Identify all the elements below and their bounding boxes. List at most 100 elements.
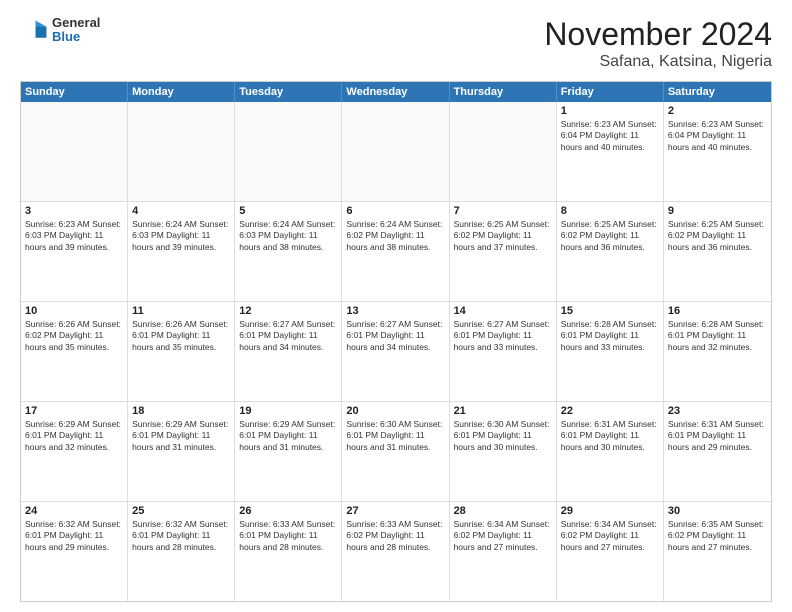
day-info: Sunrise: 6:23 AM Sunset: 6:03 PM Dayligh…	[25, 219, 123, 253]
day-info: Sunrise: 6:34 AM Sunset: 6:02 PM Dayligh…	[454, 519, 552, 553]
day-info: Sunrise: 6:30 AM Sunset: 6:01 PM Dayligh…	[346, 419, 444, 453]
day-info: Sunrise: 6:24 AM Sunset: 6:03 PM Dayligh…	[239, 219, 337, 253]
calendar-day-cell: 20 Sunrise: 6:30 AM Sunset: 6:01 PM Dayli…	[342, 402, 449, 501]
day-info: Sunrise: 6:23 AM Sunset: 6:04 PM Dayligh…	[668, 119, 767, 153]
calendar-week-row: 24 Sunrise: 6:32 AM Sunset: 6:01 PM Dayli…	[21, 502, 771, 601]
calendar-day-cell: 28 Sunrise: 6:34 AM Sunset: 6:02 PM Dayli…	[450, 502, 557, 601]
calendar-day-cell: 26 Sunrise: 6:33 AM Sunset: 6:01 PM Dayli…	[235, 502, 342, 601]
day-number: 22	[561, 405, 659, 417]
day-info: Sunrise: 6:28 AM Sunset: 6:01 PM Dayligh…	[561, 319, 659, 353]
day-info: Sunrise: 6:27 AM Sunset: 6:01 PM Dayligh…	[346, 319, 444, 353]
calendar-day-cell: 23Sunrise: 6:31 AM Sunset: 6:01 PM Dayli…	[664, 402, 771, 501]
calendar-header-row: SundayMondayTuesdayWednesdayThursdayFrid…	[21, 82, 771, 102]
day-number: 6	[346, 205, 444, 217]
calendar-day-cell: 16 Sunrise: 6:28 AM Sunset: 6:01 PM Dayli…	[664, 302, 771, 401]
day-number: 24	[25, 505, 123, 517]
calendar-day-cell	[450, 102, 557, 201]
calendar-header-cell: Thursday	[450, 82, 557, 102]
day-info: Sunrise: 6:26 AM Sunset: 6:01 PM Dayligh…	[132, 319, 230, 353]
day-info: Sunrise: 6:34 AM Sunset: 6:02 PM Dayligh…	[561, 519, 659, 553]
day-number: 2	[668, 105, 767, 117]
day-number: 15	[561, 305, 659, 317]
calendar-day-cell: 13Sunrise: 6:27 AM Sunset: 6:01 PM Dayli…	[342, 302, 449, 401]
calendar-title: November 2024	[544, 16, 772, 53]
day-info: Sunrise: 6:26 AM Sunset: 6:02 PM Dayligh…	[25, 319, 123, 353]
calendar-week-row: 17 Sunrise: 6:29 AM Sunset: 6:01 PM Dayli…	[21, 402, 771, 502]
day-number: 25	[132, 505, 230, 517]
calendar-day-cell: 24 Sunrise: 6:32 AM Sunset: 6:01 PM Dayli…	[21, 502, 128, 601]
day-info: Sunrise: 6:27 AM Sunset: 6:01 PM Dayligh…	[454, 319, 552, 353]
day-number: 7	[454, 205, 552, 217]
calendar-day-cell: 19 Sunrise: 6:29 AM Sunset: 6:01 PM Dayli…	[235, 402, 342, 501]
day-number: 3	[25, 205, 123, 217]
day-number: 4	[132, 205, 230, 217]
calendar-day-cell: 7 Sunrise: 6:25 AM Sunset: 6:02 PM Daylig…	[450, 202, 557, 301]
calendar-day-cell: 29 Sunrise: 6:34 AM Sunset: 6:02 PM Dayli…	[557, 502, 664, 601]
day-info: Sunrise: 6:25 AM Sunset: 6:02 PM Dayligh…	[561, 219, 659, 253]
calendar-day-cell: 5 Sunrise: 6:24 AM Sunset: 6:03 PM Daylig…	[235, 202, 342, 301]
logo: General Blue	[20, 16, 100, 45]
day-info: Sunrise: 6:25 AM Sunset: 6:02 PM Dayligh…	[454, 219, 552, 253]
day-number: 29	[561, 505, 659, 517]
day-number: 28	[454, 505, 552, 517]
calendar-header-cell: Sunday	[21, 82, 128, 102]
logo-icon	[20, 16, 48, 44]
calendar-day-cell: 10Sunrise: 6:26 AM Sunset: 6:02 PM Dayli…	[21, 302, 128, 401]
day-info: Sunrise: 6:24 AM Sunset: 6:02 PM Dayligh…	[346, 219, 444, 253]
day-number: 5	[239, 205, 337, 217]
calendar-day-cell: 15 Sunrise: 6:28 AM Sunset: 6:01 PM Dayli…	[557, 302, 664, 401]
day-number: 27	[346, 505, 444, 517]
calendar-body: 1Sunrise: 6:23 AM Sunset: 6:04 PM Daylig…	[21, 102, 771, 601]
calendar-day-cell: 8 Sunrise: 6:25 AM Sunset: 6:02 PM Daylig…	[557, 202, 664, 301]
day-info: Sunrise: 6:32 AM Sunset: 6:01 PM Dayligh…	[132, 519, 230, 553]
calendar-header-cell: Monday	[128, 82, 235, 102]
day-info: Sunrise: 6:31 AM Sunset: 6:01 PM Dayligh…	[561, 419, 659, 453]
day-info: Sunrise: 6:29 AM Sunset: 6:01 PM Dayligh…	[25, 419, 123, 453]
calendar-day-cell: 4 Sunrise: 6:24 AM Sunset: 6:03 PM Daylig…	[128, 202, 235, 301]
calendar-day-cell: 22 Sunrise: 6:31 AM Sunset: 6:01 PM Dayli…	[557, 402, 664, 501]
day-number: 12	[239, 305, 337, 317]
calendar-header-cell: Saturday	[664, 82, 771, 102]
calendar-day-cell	[342, 102, 449, 201]
calendar: SundayMondayTuesdayWednesdayThursdayFrid…	[20, 81, 772, 602]
calendar-header-cell: Wednesday	[342, 82, 449, 102]
calendar-day-cell: 3 Sunrise: 6:23 AM Sunset: 6:03 PM Daylig…	[21, 202, 128, 301]
day-info: Sunrise: 6:32 AM Sunset: 6:01 PM Dayligh…	[25, 519, 123, 553]
day-info: Sunrise: 6:29 AM Sunset: 6:01 PM Dayligh…	[239, 419, 337, 453]
calendar-day-cell: 2 Sunrise: 6:23 AM Sunset: 6:04 PM Daylig…	[664, 102, 771, 201]
day-number: 16	[668, 305, 767, 317]
day-info: Sunrise: 6:24 AM Sunset: 6:03 PM Dayligh…	[132, 219, 230, 253]
day-info: Sunrise: 6:28 AM Sunset: 6:01 PM Dayligh…	[668, 319, 767, 353]
calendar-header-cell: Tuesday	[235, 82, 342, 102]
day-number: 20	[346, 405, 444, 417]
day-number: 14	[454, 305, 552, 317]
calendar-day-cell: 27 Sunrise: 6:33 AM Sunset: 6:02 PM Dayli…	[342, 502, 449, 601]
day-info: Sunrise: 6:23 AM Sunset: 6:04 PM Dayligh…	[561, 119, 659, 153]
day-info: Sunrise: 6:33 AM Sunset: 6:01 PM Dayligh…	[239, 519, 337, 553]
calendar-day-cell: 11Sunrise: 6:26 AM Sunset: 6:01 PM Dayli…	[128, 302, 235, 401]
calendar-day-cell: 1Sunrise: 6:23 AM Sunset: 6:04 PM Daylig…	[557, 102, 664, 201]
day-info: Sunrise: 6:27 AM Sunset: 6:01 PM Dayligh…	[239, 319, 337, 353]
calendar-day-cell	[235, 102, 342, 201]
day-info: Sunrise: 6:33 AM Sunset: 6:02 PM Dayligh…	[346, 519, 444, 553]
day-number: 8	[561, 205, 659, 217]
day-number: 26	[239, 505, 337, 517]
calendar-day-cell: 21 Sunrise: 6:30 AM Sunset: 6:01 PM Dayli…	[450, 402, 557, 501]
calendar-header-cell: Friday	[557, 82, 664, 102]
calendar-week-row: 3 Sunrise: 6:23 AM Sunset: 6:03 PM Daylig…	[21, 202, 771, 302]
day-number: 30	[668, 505, 767, 517]
title-block: November 2024 Safana, Katsina, Nigeria	[544, 16, 772, 71]
logo-line2: Blue	[52, 30, 100, 44]
day-info: Sunrise: 6:30 AM Sunset: 6:01 PM Dayligh…	[454, 419, 552, 453]
day-number: 17	[25, 405, 123, 417]
day-number: 18	[132, 405, 230, 417]
calendar-day-cell: 25 Sunrise: 6:32 AM Sunset: 6:01 PM Dayli…	[128, 502, 235, 601]
day-number: 21	[454, 405, 552, 417]
day-number: 23	[668, 405, 767, 417]
page: General Blue November 2024 Safana, Katsi…	[0, 0, 792, 612]
calendar-week-row: 1Sunrise: 6:23 AM Sunset: 6:04 PM Daylig…	[21, 102, 771, 202]
calendar-day-cell: 9Sunrise: 6:25 AM Sunset: 6:02 PM Daylig…	[664, 202, 771, 301]
day-number: 19	[239, 405, 337, 417]
day-info: Sunrise: 6:29 AM Sunset: 6:01 PM Dayligh…	[132, 419, 230, 453]
logo-text: General Blue	[52, 16, 100, 45]
